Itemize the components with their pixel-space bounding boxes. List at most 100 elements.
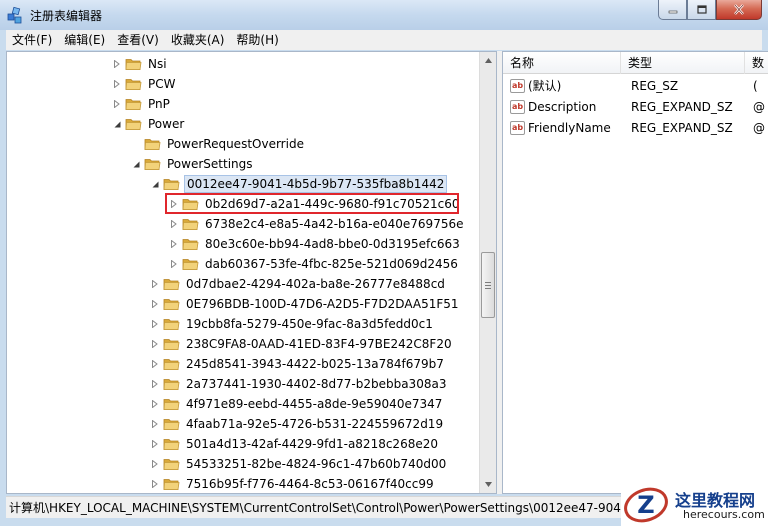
column-type-header[interactable]: 类型 (621, 52, 745, 74)
tree-node[interactable]: 501a4d13-42af-4429-9fd1-a8218c268e20 (149, 434, 440, 454)
menu-view[interactable]: 查看(V) (111, 30, 165, 50)
column-data-header[interactable]: 数 (745, 52, 768, 74)
value-list[interactable]: 名称 类型 数 ab (默认) REG_SZ ( ab Description … (502, 51, 768, 494)
maximize-icon (696, 5, 707, 14)
tree-node[interactable]: 6738e2c4-e8a5-4a42-b16a-e040e769756e (168, 214, 465, 234)
expand-arrow-icon[interactable] (149, 398, 161, 410)
tree-node-label: 0E796BDB-100D-47D6-A2D5-F7D2DAA51F51 (186, 297, 459, 311)
folder-icon (163, 337, 180, 351)
key-tree[interactable]: Nsi PCW PnP Power PowerRequestOverride PowerS… (6, 51, 497, 494)
title-bar[interactable]: 注册表编辑器 (0, 0, 768, 30)
tree-node[interactable]: 0E796BDB-100D-47D6-A2D5-F7D2DAA51F51 (149, 294, 461, 314)
folder-icon (182, 257, 199, 271)
expand-arrow-icon[interactable] (111, 78, 123, 90)
tree-node[interactable]: 238C9FA8-0AAD-41ED-83F4-97BE242C8F20 (149, 334, 454, 354)
tree-node[interactable]: 80e3c60e-bb94-4ad8-bbe0-0d3195efc663 (168, 234, 462, 254)
tree-node[interactable]: 0d7dbae2-4294-402a-ba8e-26777e8488cd (149, 274, 447, 294)
tree-node-label: PowerSettings (167, 157, 253, 171)
expand-arrow-icon[interactable] (149, 338, 161, 350)
tree-node[interactable]: PnP (111, 94, 172, 114)
tree-node[interactable]: 19cbb8fa-5279-450e-9fac-8a3d5fedd0c1 (149, 314, 435, 334)
value-data: @ (753, 100, 765, 114)
tree-node[interactable]: 0012ee47-9041-4b5d-9b77-535fba8b1442 (149, 174, 448, 194)
tree-node[interactable]: Nsi (111, 54, 169, 74)
tree-node[interactable]: 54533251-82be-4824-96c1-47b60b740d00 (149, 454, 448, 474)
folder-icon (163, 437, 180, 451)
maximize-button[interactable] (687, 0, 716, 20)
tree-node[interactable]: dab60367-53fe-4fbc-825e-521d069d2456 (168, 254, 460, 274)
value-type: REG_EXPAND_SZ (631, 100, 733, 114)
menu-bar: 文件(F) 编辑(E) 查看(V) 收藏夹(A) 帮助(H) (6, 30, 762, 50)
tree-node[interactable]: PowerSettings (130, 154, 255, 174)
folder-icon (163, 357, 180, 371)
menu-edit[interactable]: 编辑(E) (58, 30, 111, 50)
tree-node[interactable]: 245d8541-3943-4422-b025-13a784f679b7 (149, 354, 446, 374)
collapse-arrow-icon[interactable] (149, 178, 161, 190)
tree-node-label: 4f971e89-eebd-4455-a8de-9e59040e7347 (186, 397, 443, 411)
watermark-logo-letter: Z (637, 491, 654, 519)
expand-arrow-icon[interactable] (168, 258, 180, 270)
folder-icon (144, 137, 161, 151)
collapse-arrow-icon[interactable] (111, 118, 123, 130)
expand-arrow-icon[interactable] (111, 98, 123, 110)
tree-vertical-scrollbar[interactable] (479, 52, 496, 493)
string-value-icon: ab (510, 121, 525, 135)
folder-icon (163, 277, 180, 291)
list-item[interactable]: ab Description REG_EXPAND_SZ @ (503, 97, 768, 118)
expand-arrow-icon[interactable] (149, 378, 161, 390)
column-name-header[interactable]: 名称 (503, 52, 621, 74)
tree-node[interactable]: PowerRequestOverride (130, 134, 306, 154)
expand-arrow-icon[interactable] (149, 298, 161, 310)
expand-arrow-icon[interactable] (149, 418, 161, 430)
tree-node-label: 7516b95f-f776-4464-8c53-06167f40cc99 (186, 477, 434, 491)
menu-file[interactable]: 文件(F) (6, 30, 58, 50)
tree-node-label: Power (148, 117, 185, 131)
tree-node[interactable]: PCW (111, 74, 177, 94)
tree-node[interactable]: 4faab71a-92e5-4726-b531-224559672d19 (149, 414, 445, 434)
minimize-icon (668, 10, 677, 13)
tree-node-label: Nsi (148, 57, 167, 71)
string-value-icon: ab (510, 100, 525, 114)
minimize-button[interactable] (658, 0, 687, 20)
tree-node-label: PCW (148, 77, 176, 91)
tree-node-label: 238C9FA8-0AAD-41ED-83F4-97BE242C8F20 (186, 337, 452, 351)
close-button[interactable] (716, 0, 762, 20)
expand-arrow-icon[interactable] (149, 358, 161, 370)
expand-arrow-icon[interactable] (168, 218, 180, 230)
expand-arrow-icon[interactable] (149, 478, 161, 490)
tree-node-label: 54533251-82be-4824-96c1-47b60b740d00 (186, 457, 447, 471)
string-value-icon: ab (510, 79, 525, 93)
close-icon (734, 4, 744, 15)
tree-node[interactable]: Power (111, 114, 186, 134)
folder-icon (163, 457, 180, 471)
expand-arrow-icon[interactable] (149, 278, 161, 290)
expand-arrow-icon[interactable] (149, 318, 161, 330)
tree-node-label: 19cbb8fa-5279-450e-9fac-8a3d5fedd0c1 (186, 317, 433, 331)
folder-icon (163, 297, 180, 311)
value-type: REG_SZ (631, 79, 679, 93)
expand-arrow-icon[interactable] (168, 238, 180, 250)
value-data: @ (753, 121, 765, 135)
window-title: 注册表编辑器 (30, 9, 103, 23)
scroll-up-button[interactable] (480, 52, 496, 69)
expand-arrow-icon[interactable] (149, 438, 161, 450)
menu-help[interactable]: 帮助(H) (230, 30, 284, 50)
tree-node[interactable]: 2a737441-1930-4402-8d77-b2bebba308a3 (149, 374, 448, 394)
tree-node[interactable]: 4f971e89-eebd-4455-a8de-9e59040e7347 (149, 394, 444, 414)
folder-icon (125, 117, 142, 131)
menu-favorites[interactable]: 收藏夹(A) (165, 30, 231, 50)
list-item[interactable]: ab (默认) REG_SZ ( (503, 76, 768, 97)
expand-arrow-icon[interactable] (149, 458, 161, 470)
tree-node-label: 80e3c60e-bb94-4ad8-bbe0-0d3195efc663 (205, 237, 460, 251)
expand-arrow-icon[interactable] (111, 58, 123, 70)
tree-node[interactable]: 7516b95f-f776-4464-8c53-06167f40cc99 (149, 474, 436, 493)
folder-icon (144, 157, 161, 171)
list-item[interactable]: ab FriendlyName REG_EXPAND_SZ @ (503, 118, 768, 139)
tree-node-label: 501a4d13-42af-4429-9fd1-a8218c268e20 (186, 437, 438, 451)
value-name: Description (528, 100, 597, 114)
caption-buttons (658, 0, 762, 21)
folder-icon (163, 417, 180, 431)
collapse-arrow-icon[interactable] (130, 158, 142, 170)
scroll-thumb[interactable] (481, 252, 495, 318)
scroll-down-button[interactable] (480, 476, 496, 493)
